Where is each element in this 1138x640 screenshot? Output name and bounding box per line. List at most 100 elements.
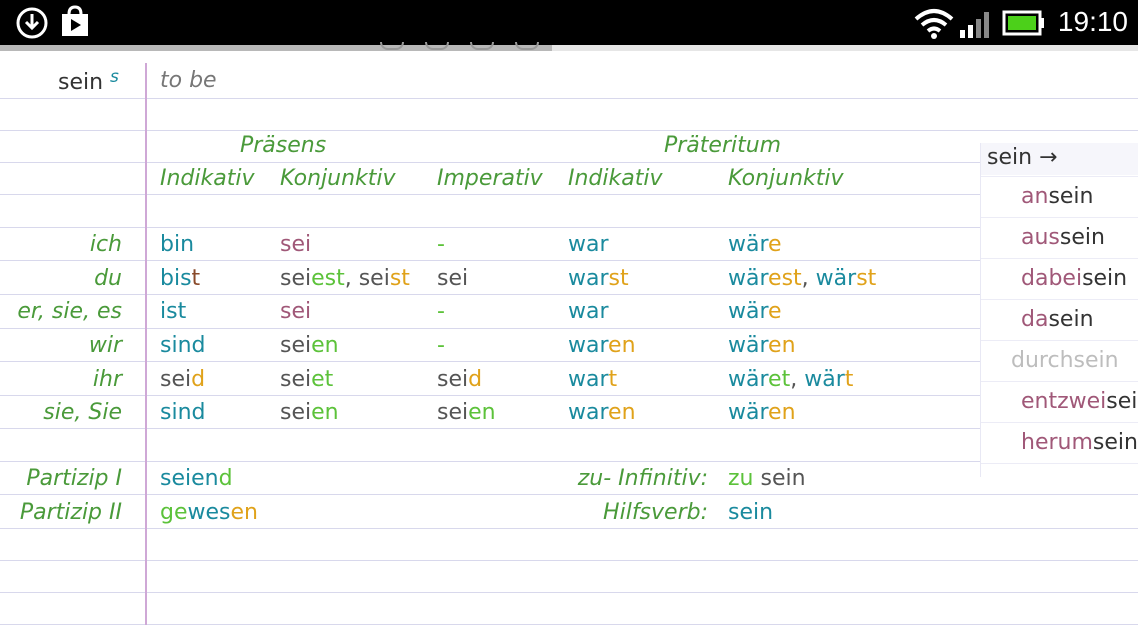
form-cell: bist xyxy=(160,266,200,292)
form-stem: seien xyxy=(160,466,219,491)
signal-icon xyxy=(960,10,994,42)
form-stem: sei xyxy=(280,333,312,358)
form-separator: , xyxy=(801,266,816,291)
form-cell: wart xyxy=(568,367,617,393)
form-cell: bin xyxy=(160,232,194,258)
row-divider xyxy=(0,227,1138,228)
related-verb-item[interactable]: dabeisein xyxy=(1021,266,1127,292)
form-ending: t xyxy=(844,367,854,392)
play-store-icon xyxy=(58,5,92,43)
form-cell: seid xyxy=(437,367,482,393)
row-divider xyxy=(981,463,1138,464)
form-stem: sei xyxy=(280,266,312,291)
form-ending: e xyxy=(768,299,782,324)
form-prefix: ge xyxy=(160,500,188,525)
row-divider xyxy=(981,340,1138,341)
partizip-1-label: Partizip I xyxy=(26,466,122,491)
row-divider xyxy=(0,294,1138,295)
form-ending: st xyxy=(608,266,629,291)
translation: to be xyxy=(160,68,217,93)
form-dash: - xyxy=(437,333,445,358)
form-cell: wären xyxy=(728,333,796,359)
form-stem: war xyxy=(568,333,609,358)
form-dash: - xyxy=(437,232,445,257)
form-stem: ist xyxy=(160,299,187,324)
form-ending: e xyxy=(768,232,782,257)
form-stem: sei xyxy=(437,367,469,392)
row-divider xyxy=(981,176,1138,177)
form-ending: t xyxy=(191,266,201,291)
related-verb-item[interactable]: ansein xyxy=(1021,184,1094,210)
form-stem: war xyxy=(568,299,609,324)
form-ending: en xyxy=(608,400,636,425)
form-ending: en xyxy=(230,500,258,525)
pronoun-label: er, sie, es xyxy=(17,299,122,324)
verb-stem: sein xyxy=(1092,430,1138,455)
related-verb-item[interactable]: entzweisei xyxy=(1021,389,1137,415)
form-stem: wär xyxy=(804,367,845,392)
form-cell: wäret, wärt xyxy=(728,367,853,393)
form-cell: wäre xyxy=(728,299,782,325)
form-stem: sei xyxy=(437,266,469,291)
form-ending: en xyxy=(608,333,636,358)
form-stem: wär xyxy=(728,299,769,324)
form-stem: sein xyxy=(753,466,806,491)
form-ending: st xyxy=(389,266,410,291)
related-verb-item[interactable]: herumsein xyxy=(1021,430,1138,456)
form-ending: en xyxy=(468,400,496,425)
verb-stem: sein xyxy=(1048,184,1094,209)
form-cell: - xyxy=(437,299,445,325)
row-divider xyxy=(981,217,1138,218)
download-icon xyxy=(14,5,50,45)
headword-tag[interactable]: s xyxy=(110,64,119,90)
verb-prefix: dabei xyxy=(1021,266,1083,291)
form-cell: war xyxy=(568,232,609,258)
form-ending: est xyxy=(768,266,802,291)
row-divider xyxy=(981,299,1138,300)
hilfsverb-label: Hilfsverb: xyxy=(603,500,708,525)
form-ending: en xyxy=(768,333,796,358)
partizip-2-label: Partizip II xyxy=(19,500,122,525)
form-cell: sind xyxy=(160,400,205,426)
row-divider xyxy=(0,194,1138,195)
partizip-1-value: seiend xyxy=(160,466,233,492)
form-cell: - xyxy=(437,232,445,258)
form-cell: sei xyxy=(437,266,468,292)
verb-prefix: herum xyxy=(1021,430,1093,455)
row-divider xyxy=(0,624,1138,625)
verb-prefix: aus xyxy=(1021,225,1060,250)
form-dash: - xyxy=(437,299,445,324)
form-stem: wär xyxy=(728,232,769,257)
form-stem: war xyxy=(568,367,609,392)
row-divider xyxy=(981,258,1138,259)
form-stem: war xyxy=(568,400,609,425)
pronoun-label: ihr xyxy=(92,367,122,392)
form-ending: en xyxy=(311,333,339,358)
conjugation-table: sein s to be Präsens Präteritum Indikati… xyxy=(0,51,1138,640)
form-cell: sei xyxy=(280,232,311,258)
row-divider xyxy=(0,130,1138,131)
related-verb-item[interactable]: dasein xyxy=(1021,307,1094,333)
form-stem: wär xyxy=(728,367,769,392)
form-cell: sind xyxy=(160,333,205,359)
form-stem: sei xyxy=(437,400,469,425)
form-cell: - xyxy=(437,333,445,359)
row-divider xyxy=(0,361,1138,362)
form-stem: sind xyxy=(160,400,206,425)
verb-stem: sein xyxy=(1082,266,1128,291)
form-stem: war xyxy=(568,266,609,291)
form-cell: waren xyxy=(568,400,636,426)
row-divider xyxy=(0,428,1138,429)
battery-icon xyxy=(1002,10,1046,40)
mood-header-indikativ: Indikativ xyxy=(568,166,663,191)
row-divider xyxy=(981,381,1138,382)
form-cell: wäre xyxy=(728,232,782,258)
wifi-icon xyxy=(914,8,954,44)
related-verb-item[interactable]: aussein xyxy=(1021,225,1105,251)
form-cell: seiet xyxy=(280,367,333,393)
clock: 19:10 xyxy=(1057,6,1128,37)
hilfsverb-value[interactable]: sein xyxy=(728,500,773,526)
mood-header-imperativ: Imperativ xyxy=(437,166,543,191)
related-verbs-panel: sein → ansein aussein dabeisein dasein d… xyxy=(980,143,1138,477)
form-cell: seid xyxy=(160,367,205,393)
